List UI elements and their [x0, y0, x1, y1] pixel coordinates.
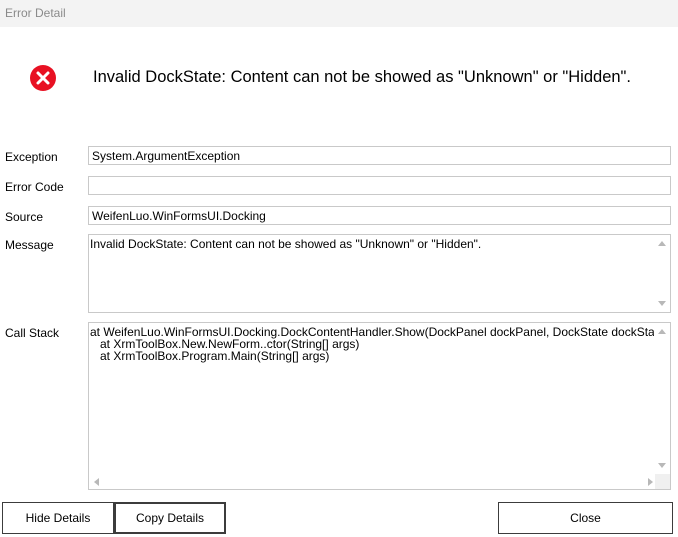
message-textarea[interactable]: Invalid DockState: Content can not be sh…: [88, 234, 671, 313]
close-button[interactable]: Close: [498, 502, 673, 534]
scroll-right-arrow-icon[interactable]: [648, 478, 653, 486]
call-stack-horizontal-scrollbar[interactable]: [89, 474, 655, 489]
exception-label: Exception: [5, 150, 58, 164]
window-title: Error Detail: [5, 6, 66, 20]
call-stack-textarea[interactable]: at WeifenLuo.WinFormsUI.Docking.DockCont…: [88, 322, 671, 490]
message-text: Invalid DockState: Content can not be sh…: [90, 238, 482, 250]
source-field[interactable]: WeifenLuo.WinFormsUI.Docking: [88, 206, 671, 225]
error-code-field[interactable]: [88, 176, 671, 195]
scroll-left-arrow-icon[interactable]: [94, 478, 99, 486]
call-stack-vertical-scrollbar[interactable]: [655, 323, 670, 474]
message-label: Message: [5, 238, 54, 252]
scroll-up-arrow-icon[interactable]: [658, 241, 666, 246]
hide-details-button[interactable]: Hide Details: [2, 502, 114, 534]
scroll-down-arrow-icon[interactable]: [658, 463, 666, 468]
call-stack-label: Call Stack: [5, 326, 60, 340]
source-label: Source: [5, 210, 44, 224]
message-vertical-scrollbar[interactable]: [655, 235, 670, 312]
scroll-down-arrow-icon[interactable]: [658, 301, 666, 306]
exception-field[interactable]: System.ArgumentException: [88, 146, 671, 165]
scrollbar-corner: [655, 474, 670, 489]
title-bar: Error Detail: [0, 0, 678, 27]
error-code-label: Error Code: [5, 180, 64, 194]
error-icon: [30, 65, 56, 91]
scroll-up-arrow-icon[interactable]: [658, 329, 666, 334]
call-stack-text: at WeifenLuo.WinFormsUI.Docking.DockCont…: [90, 326, 654, 363]
error-headline: Invalid DockState: Content can not be sh…: [93, 68, 631, 86]
copy-details-button[interactable]: Copy Details: [114, 502, 226, 534]
